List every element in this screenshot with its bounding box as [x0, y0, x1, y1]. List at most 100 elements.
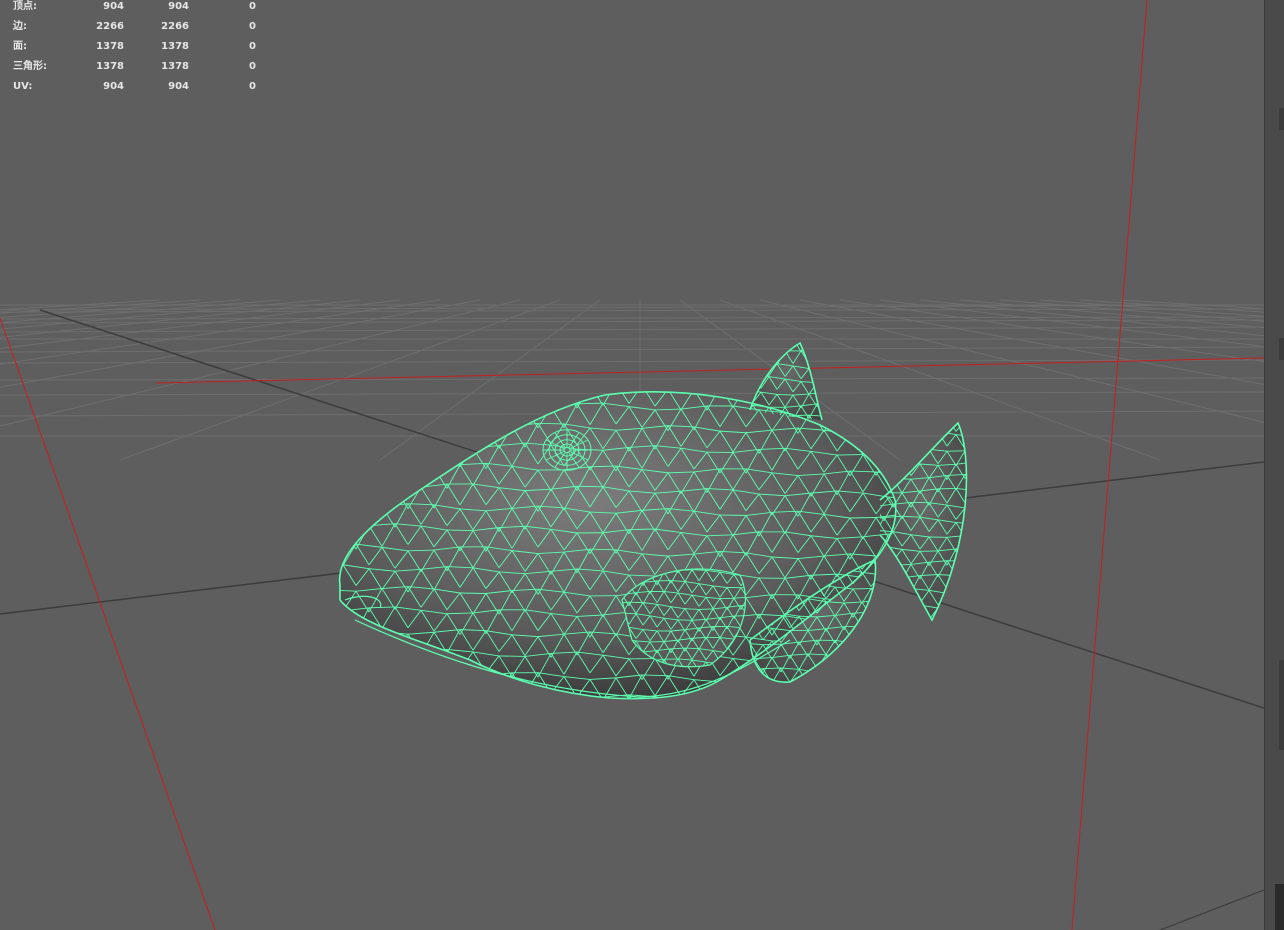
mesh-edge [946, 619, 966, 620]
mesh-edge [955, 575, 966, 591]
mesh-edge [901, 423, 912, 435]
mesh-edge [368, 670, 383, 695]
mesh-edge [750, 682, 755, 683]
mesh-edge [964, 618, 967, 620]
mesh-edge [799, 687, 808, 698]
mesh-edge [762, 681, 773, 683]
mesh-edge [790, 684, 799, 698]
mesh-edge [862, 640, 877, 659]
mesh-edge [825, 392, 833, 405]
mesh-edge [825, 416, 841, 418]
mesh-edge [339, 528, 344, 549]
mesh-edge [880, 560, 889, 572]
mesh-edge [833, 403, 849, 404]
mesh-edge [342, 648, 357, 670]
mesh-edge [833, 355, 841, 368]
mesh-edge [836, 657, 864, 663]
mesh-edge [875, 596, 896, 601]
mesh-edge [861, 660, 872, 675]
mesh-edge [955, 575, 967, 579]
scrollbar-thumb[interactable] [1275, 884, 1284, 930]
mesh-edge [524, 693, 552, 699]
mesh-edge [964, 507, 967, 511]
mesh-edge [892, 444, 903, 459]
mesh-edge [368, 399, 396, 405]
mesh-edge [849, 661, 864, 679]
mesh-edge [407, 441, 422, 462]
mesh-edge [750, 343, 762, 344]
mesh-edge [902, 597, 915, 618]
mesh-edge [394, 690, 409, 699]
mesh-edge [870, 611, 876, 614]
mesh-edge [381, 391, 396, 400]
mesh-edge [394, 486, 422, 489]
mesh-edge [317, 611, 330, 632]
mesh-edge [875, 599, 890, 621]
mesh-edge [937, 607, 948, 620]
mesh-edge [729, 388, 745, 390]
mesh-edge [317, 463, 330, 486]
mesh-edge [304, 502, 330, 506]
mesh-edge [937, 423, 948, 431]
mesh-edge [938, 622, 947, 638]
mesh-edge [875, 412, 890, 431]
mesh-edge [304, 586, 317, 607]
scene-canvas[interactable] [0, 0, 1264, 930]
mesh-edge [355, 689, 370, 699]
mesh-edge [880, 671, 889, 688]
mesh-edge [355, 460, 370, 482]
mesh-edge [394, 653, 409, 676]
mesh-edge [498, 391, 513, 402]
mesh-edge [737, 376, 745, 389]
mesh-edge [910, 446, 921, 462]
3d-viewport[interactable] [0, 0, 1264, 930]
mesh-edge [339, 505, 357, 509]
mesh-edge [339, 544, 344, 566]
mesh-edge [888, 596, 896, 621]
mesh-edge [849, 636, 877, 641]
mesh-edge [616, 383, 642, 386]
mesh-edge [902, 619, 915, 638]
mesh-edge [355, 652, 370, 670]
mesh-edge [368, 462, 383, 482]
mesh-edge [459, 592, 487, 594]
mesh-edge [446, 401, 461, 423]
mesh-edge [394, 669, 409, 692]
mesh-edge [407, 694, 422, 699]
mesh-edge [642, 385, 668, 389]
mesh-edge [892, 577, 903, 594]
mesh-edge [875, 681, 890, 699]
mesh-edge [910, 604, 921, 618]
mesh-edge [902, 623, 911, 635]
mesh-edge [836, 391, 851, 413]
mesh-edge [304, 627, 330, 630]
mesh-edge [304, 465, 317, 486]
mesh-edge [381, 424, 396, 446]
mesh-edge [964, 560, 967, 576]
mesh-edge [964, 473, 967, 477]
mesh-edge [750, 681, 755, 683]
mesh-edge [915, 682, 928, 701]
camera-line [1071, 0, 1148, 930]
mesh-edge [902, 643, 928, 644]
mesh-edge [825, 370, 833, 383]
mesh-edge [776, 343, 786, 354]
mesh-edge [485, 403, 500, 422]
vertical-scrollbar[interactable] [1264, 0, 1284, 930]
mesh-edge [339, 397, 344, 401]
mesh-edge [983, 522, 992, 538]
fish-wireframe-mesh[interactable] [304, 338, 992, 725]
mesh-edge [862, 681, 877, 699]
mesh-edge [915, 663, 928, 684]
mesh-edge [433, 420, 461, 426]
mesh-edge [880, 613, 889, 626]
mesh-edge [342, 627, 357, 649]
mesh-edge [955, 595, 966, 608]
mesh-edge [880, 590, 885, 606]
mesh-edge [420, 441, 448, 447]
mesh-edge [752, 351, 770, 355]
mesh-edge [758, 696, 786, 699]
mesh-edge [837, 701, 863, 704]
mesh-edge [407, 669, 435, 674]
mesh-edge [745, 679, 760, 699]
